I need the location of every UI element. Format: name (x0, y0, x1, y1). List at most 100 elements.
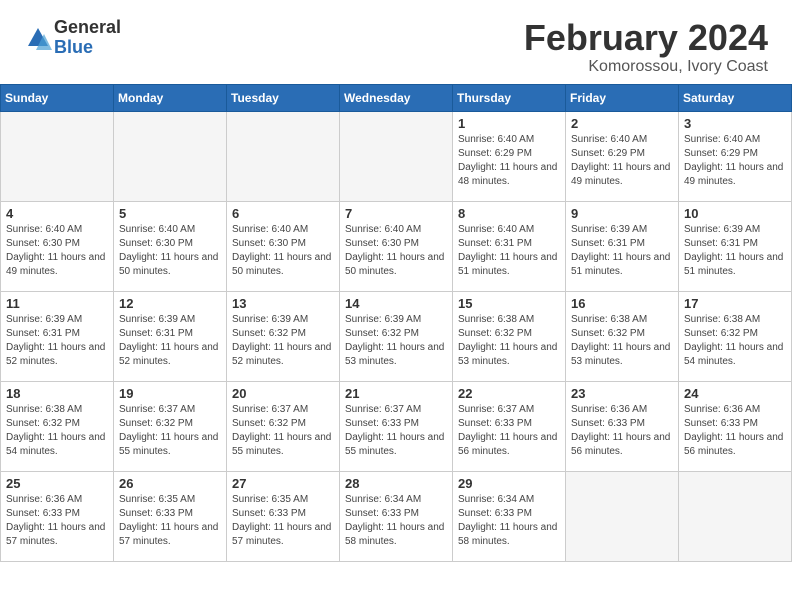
logo: General Blue (24, 18, 121, 58)
day-of-week-header: Sunday (1, 84, 114, 111)
calendar-cell: 2 Sunrise: 6:40 AM Sunset: 6:29 PM Daylig… (566, 111, 679, 201)
logo-general-text: General (54, 18, 121, 38)
day-number: 27 (232, 476, 334, 491)
calendar-cell: 9 Sunrise: 6:39 AM Sunset: 6:31 PM Daylig… (566, 201, 679, 291)
day-info: Sunrise: 6:40 AM Sunset: 6:29 PM Dayligh… (571, 133, 673, 189)
calendar-cell: 23Sunrise: 6:36 AM Sunset: 6:33 PM Dayli… (566, 381, 679, 471)
calendar-cell (227, 111, 340, 201)
day-info: Sunrise: 6:39 AM Sunset: 6:31 PM Dayligh… (571, 223, 673, 279)
day-info: Sunrise: 6:40 AM Sunset: 6:30 PM Dayligh… (232, 223, 334, 279)
day-number: 14 (345, 296, 447, 311)
day-number: 7 (345, 206, 447, 221)
day-number: 12 (119, 296, 221, 311)
page-header: General Blue February 2024 Komorossou, I… (0, 0, 792, 84)
day-of-week-header: Tuesday (227, 84, 340, 111)
day-info: Sunrise: 6:39 AM Sunset: 6:32 PM Dayligh… (345, 313, 447, 369)
day-info: Sunrise: 6:36 AM Sunset: 6:33 PM Dayligh… (684, 403, 786, 459)
day-number: 13 (232, 296, 334, 311)
day-number: 21 (345, 386, 447, 401)
calendar-cell: 4 Sunrise: 6:40 AM Sunset: 6:30 PM Daylig… (1, 201, 114, 291)
day-number: 1 (458, 116, 560, 131)
day-number: 5 (119, 206, 221, 221)
day-info: Sunrise: 6:37 AM Sunset: 6:32 PM Dayligh… (119, 403, 221, 459)
day-info: Sunrise: 6:38 AM Sunset: 6:32 PM Dayligh… (458, 313, 560, 369)
calendar-cell: 24 Sunrise: 6:36 AM Sunset: 6:33 PM Dayli… (679, 381, 792, 471)
calendar-body: 1 Sunrise: 6:40 AM Sunset: 6:29 PM Daylig… (1, 111, 792, 561)
day-info: Sunrise: 6:40 AM Sunset: 6:30 PM Dayligh… (6, 223, 108, 279)
day-info: Sunrise: 6:36 AM Sunset: 6:33 PM Dayligh… (571, 403, 673, 459)
calendar-week-row: 11 Sunrise: 6:39 AM Sunset: 6:31 PM Dayli… (1, 291, 792, 381)
day-info: Sunrise: 6:40 AM Sunset: 6:30 PM Dayligh… (119, 223, 221, 279)
day-number: 22 (458, 386, 560, 401)
title-section: February 2024 Komorossou, Ivory Coast (524, 18, 768, 76)
day-info: Sunrise: 6:34 AM Sunset: 6:33 PM Dayligh… (345, 493, 447, 549)
calendar-cell: 18 Sunrise: 6:38 AM Sunset: 6:32 PM Dayli… (1, 381, 114, 471)
day-number: 20 (232, 386, 334, 401)
day-number: 26 (119, 476, 221, 491)
day-info: Sunrise: 6:39 AM Sunset: 6:32 PM Dayligh… (232, 313, 334, 369)
day-number: 19 (119, 386, 221, 401)
day-info: Sunrise: 6:38 AM Sunset: 6:32 PM Dayligh… (571, 313, 673, 369)
day-number: 24 (684, 386, 786, 401)
day-info: Sunrise: 6:35 AM Sunset: 6:33 PM Dayligh… (119, 493, 221, 549)
calendar-cell: 19 Sunrise: 6:37 AM Sunset: 6:32 PM Dayli… (114, 381, 227, 471)
day-info: Sunrise: 6:38 AM Sunset: 6:32 PM Dayligh… (684, 313, 786, 369)
calendar-cell: 21Sunrise: 6:37 AM Sunset: 6:33 PM Dayli… (340, 381, 453, 471)
day-number: 4 (6, 206, 108, 221)
calendar-header: SundayMondayTuesdayWednesdayThursdayFrid… (1, 84, 792, 111)
day-number: 29 (458, 476, 560, 491)
day-number: 3 (684, 116, 786, 131)
calendar-cell: 22Sunrise: 6:37 AM Sunset: 6:33 PM Dayli… (453, 381, 566, 471)
calendar-week-row: 4 Sunrise: 6:40 AM Sunset: 6:30 PM Daylig… (1, 201, 792, 291)
day-number: 25 (6, 476, 108, 491)
day-info: Sunrise: 6:36 AM Sunset: 6:33 PM Dayligh… (6, 493, 108, 549)
calendar-cell: 7 Sunrise: 6:40 AM Sunset: 6:30 PM Daylig… (340, 201, 453, 291)
day-of-week-header: Thursday (453, 84, 566, 111)
day-number: 16 (571, 296, 673, 311)
day-info: Sunrise: 6:40 AM Sunset: 6:29 PM Dayligh… (458, 133, 560, 189)
calendar-cell: 15 Sunrise: 6:38 AM Sunset: 6:32 PM Dayli… (453, 291, 566, 381)
day-info: Sunrise: 6:35 AM Sunset: 6:33 PM Dayligh… (232, 493, 334, 549)
calendar-cell: 5 Sunrise: 6:40 AM Sunset: 6:30 PM Daylig… (114, 201, 227, 291)
calendar-cell: 14 Sunrise: 6:39 AM Sunset: 6:32 PM Dayli… (340, 291, 453, 381)
calendar-cell: 20Sunrise: 6:37 AM Sunset: 6:32 PM Dayli… (227, 381, 340, 471)
days-of-week-row: SundayMondayTuesdayWednesdayThursdayFrid… (1, 84, 792, 111)
day-info: Sunrise: 6:40 AM Sunset: 6:30 PM Dayligh… (345, 223, 447, 279)
day-of-week-header: Wednesday (340, 84, 453, 111)
calendar-cell: 26 Sunrise: 6:35 AM Sunset: 6:33 PM Dayli… (114, 471, 227, 561)
calendar-table: SundayMondayTuesdayWednesdayThursdayFrid… (0, 84, 792, 562)
calendar-cell: 1 Sunrise: 6:40 AM Sunset: 6:29 PM Daylig… (453, 111, 566, 201)
calendar-cell: 27 Sunrise: 6:35 AM Sunset: 6:33 PM Dayli… (227, 471, 340, 561)
day-of-week-header: Friday (566, 84, 679, 111)
calendar-week-row: 1 Sunrise: 6:40 AM Sunset: 6:29 PM Daylig… (1, 111, 792, 201)
day-number: 9 (571, 206, 673, 221)
calendar-cell: 6 Sunrise: 6:40 AM Sunset: 6:30 PM Daylig… (227, 201, 340, 291)
day-number: 11 (6, 296, 108, 311)
day-number: 6 (232, 206, 334, 221)
day-number: 10 (684, 206, 786, 221)
day-of-week-header: Monday (114, 84, 227, 111)
subtitle: Komorossou, Ivory Coast (524, 58, 768, 76)
day-info: Sunrise: 6:39 AM Sunset: 6:31 PM Dayligh… (119, 313, 221, 369)
day-number: 18 (6, 386, 108, 401)
main-title: February 2024 (524, 18, 768, 58)
day-number: 28 (345, 476, 447, 491)
calendar-week-row: 25 Sunrise: 6:36 AM Sunset: 6:33 PM Dayli… (1, 471, 792, 561)
calendar-cell (679, 471, 792, 561)
logo-icon (24, 24, 52, 52)
day-number: 15 (458, 296, 560, 311)
day-info: Sunrise: 6:40 AM Sunset: 6:31 PM Dayligh… (458, 223, 560, 279)
day-info: Sunrise: 6:39 AM Sunset: 6:31 PM Dayligh… (684, 223, 786, 279)
calendar-cell: 25 Sunrise: 6:36 AM Sunset: 6:33 PM Dayli… (1, 471, 114, 561)
calendar-cell (566, 471, 679, 561)
day-info: Sunrise: 6:38 AM Sunset: 6:32 PM Dayligh… (6, 403, 108, 459)
calendar-cell (114, 111, 227, 201)
day-number: 2 (571, 116, 673, 131)
calendar-week-row: 18 Sunrise: 6:38 AM Sunset: 6:32 PM Dayli… (1, 381, 792, 471)
logo-text: General Blue (54, 18, 121, 58)
calendar-cell: 12 Sunrise: 6:39 AM Sunset: 6:31 PM Dayli… (114, 291, 227, 381)
calendar-cell: 11Sunrise: 6:39 AM Sunset: 6:31 PM Dayli… (1, 291, 114, 381)
logo-blue-text: Blue (54, 38, 121, 58)
day-of-week-header: Saturday (679, 84, 792, 111)
calendar-cell: 8Sunrise: 6:40 AM Sunset: 6:31 PM Daylig… (453, 201, 566, 291)
